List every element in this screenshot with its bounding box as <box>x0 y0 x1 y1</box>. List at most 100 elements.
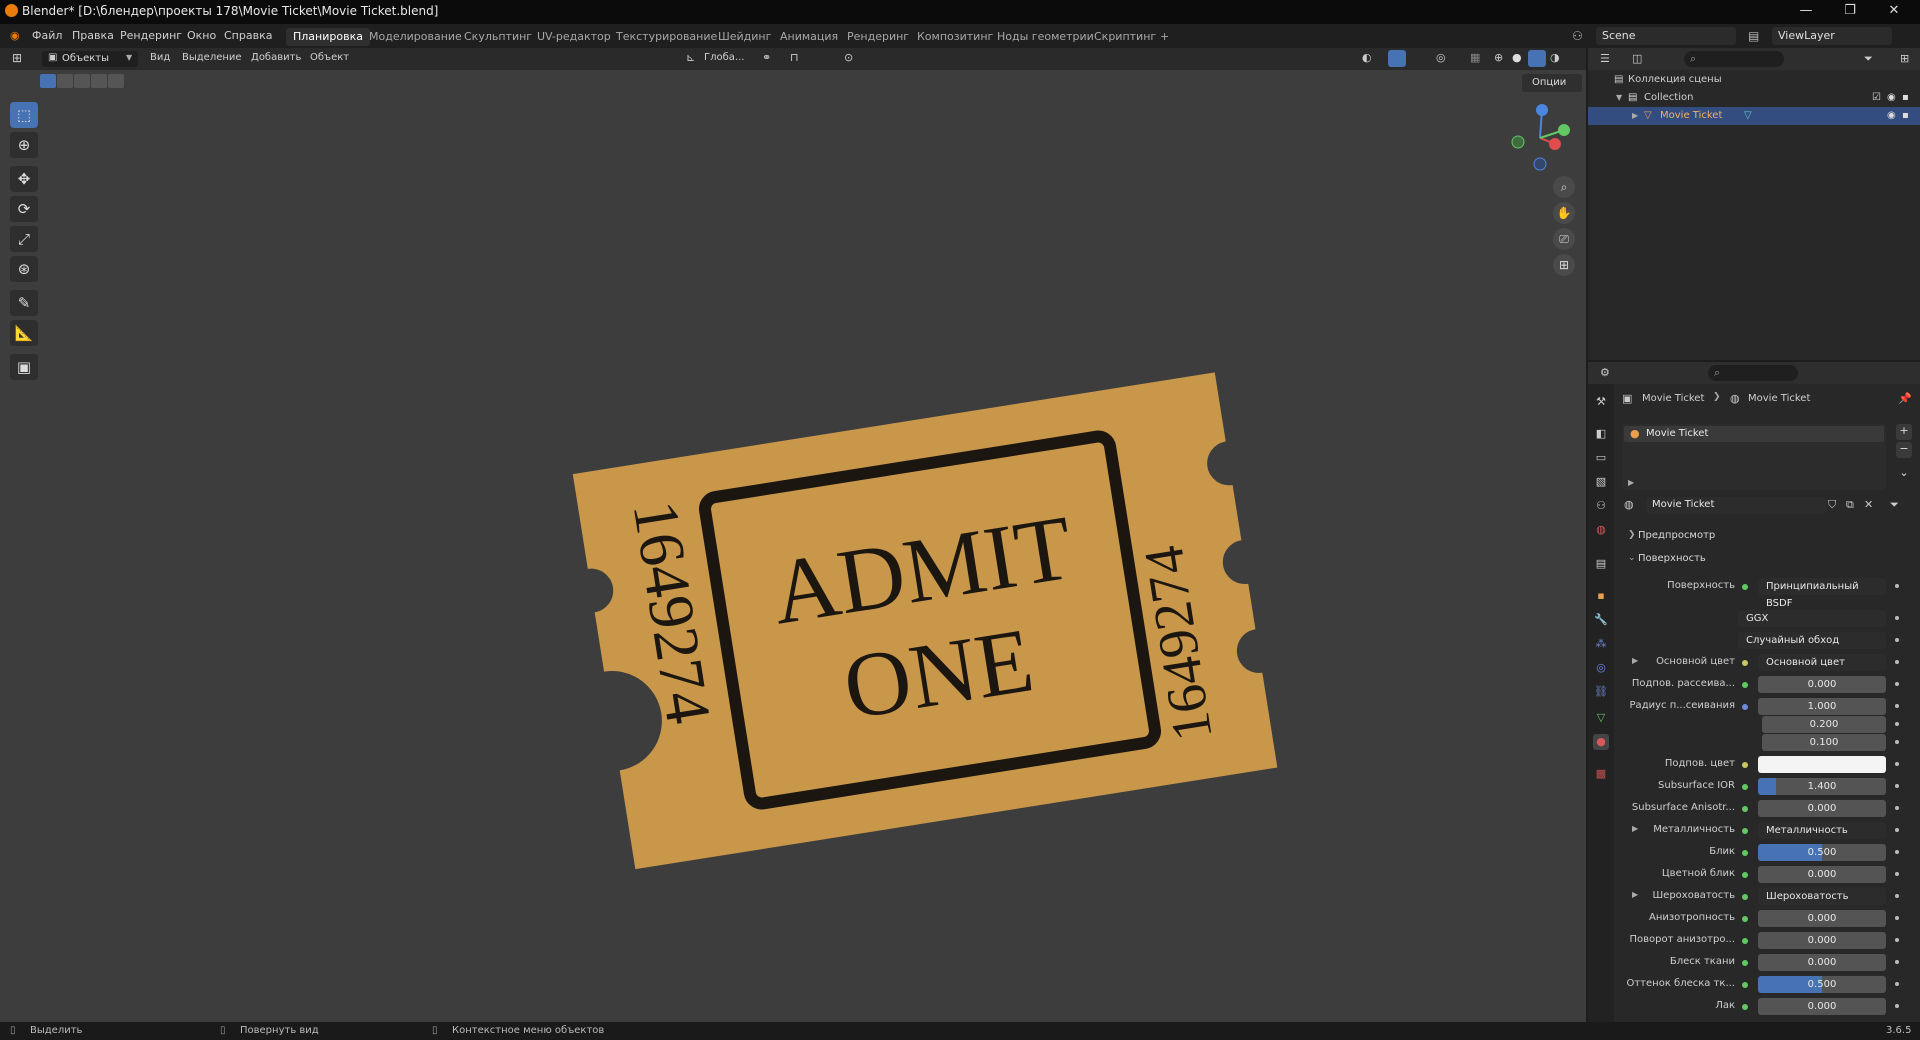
unlink-material-icon[interactable]: ✕ <box>1864 498 1873 511</box>
outliner-row-scene-collection[interactable]: ▤ Коллекция сцены <box>1588 71 1920 89</box>
tab-scripting[interactable]: Скриптинг <box>1087 28 1163 46</box>
expand-arrow-icon[interactable]: ▶ <box>1632 107 1638 125</box>
remove-slot-button[interactable]: − <box>1896 442 1912 458</box>
tab-rendering[interactable]: Рендеринг <box>840 28 916 46</box>
rotate-tool[interactable]: ⟳ <box>10 196 38 222</box>
keyframe-dot-icon[interactable] <box>1895 704 1899 708</box>
menu-window[interactable]: Окно <box>187 29 216 42</box>
slot-specials-icon[interactable]: ⌄ <box>1896 466 1912 482</box>
xray-icon[interactable]: ▦ <box>1470 51 1480 64</box>
render-camera-icon[interactable]: ▪ <box>1902 107 1909 125</box>
filter-icon[interactable]: ⏷ <box>1864 52 1873 66</box>
pivot-icon[interactable]: ⚭ <box>762 51 771 64</box>
prop-value-field[interactable]: 0.200 <box>1762 716 1886 733</box>
y-axis-icon[interactable] <box>1558 124 1570 136</box>
zoom-icon[interactable]: ⌕ <box>1553 176 1575 198</box>
duplicate-material-icon[interactable]: ⧉ <box>1846 498 1854 512</box>
eye-icon[interactable]: ◉ <box>1887 107 1896 125</box>
keyframe-dot-icon[interactable] <box>1895 762 1899 766</box>
keyframe-dot-icon[interactable] <box>1895 616 1899 620</box>
preview-section-header[interactable]: Предпросмотр <box>1638 530 1715 541</box>
prop-dropdown[interactable]: Основной цвет <box>1758 654 1886 671</box>
view-layer-tab-icon[interactable]: ▧ <box>1593 474 1609 490</box>
checkbox-icon[interactable]: ☑ <box>1872 89 1881 107</box>
mode-selector[interactable]: ▣ Объекты ▼ <box>42 51 138 67</box>
prop-dropdown[interactable]: Случайный обход <box>1738 632 1886 649</box>
orientation-label[interactable]: Глоба... <box>704 52 744 63</box>
transform-orientation-icon[interactable]: ⊾ <box>686 51 695 64</box>
prop-value-field[interactable]: 1.400 <box>1758 778 1886 795</box>
grid-view-icon[interactable]: ⊞ <box>1553 254 1575 276</box>
output-tab-icon[interactable]: ▭ <box>1593 450 1609 466</box>
socket-link-icon[interactable] <box>1742 960 1748 966</box>
keyframe-dot-icon[interactable] <box>1895 722 1899 726</box>
socket-link-icon[interactable] <box>1742 872 1748 878</box>
modifiers-tab-icon[interactable]: 🔧 <box>1593 612 1609 628</box>
menu-file[interactable]: Файл <box>32 29 62 42</box>
keyframe-dot-icon[interactable] <box>1895 660 1899 664</box>
keyframe-dot-icon[interactable] <box>1895 740 1899 744</box>
expand-arrow-icon[interactable]: ▶ <box>1628 478 1634 487</box>
select-invert-icon[interactable] <box>91 74 107 88</box>
neg-z-axis-icon[interactable] <box>1533 157 1547 171</box>
keyframe-dot-icon[interactable] <box>1895 828 1899 832</box>
tool-tab-icon[interactable]: ⚒ <box>1593 394 1609 410</box>
socket-link-icon[interactable] <box>1742 982 1748 988</box>
camera-icon[interactable]: ⎚ <box>1553 228 1575 250</box>
scale-tool[interactable]: ⤢ <box>10 226 38 252</box>
menu-edit[interactable]: Правка <box>72 29 114 42</box>
cursor-tool[interactable]: ⊕ <box>10 132 38 158</box>
render-camera-icon[interactable]: ▪ <box>1902 89 1909 107</box>
link-filter-icon[interactable]: ⏷ <box>1890 498 1899 512</box>
move-tool[interactable]: ✥ <box>10 166 38 192</box>
keyframe-dot-icon[interactable] <box>1895 682 1899 686</box>
socket-link-icon[interactable] <box>1742 784 1748 790</box>
render-tab-icon[interactable]: ◧ <box>1593 426 1609 442</box>
add-workspace-button[interactable]: + <box>1153 28 1176 46</box>
tab-animation[interactable]: Анимация <box>773 28 845 46</box>
socket-link-icon[interactable] <box>1742 1004 1748 1010</box>
socket-link-icon[interactable] <box>1742 762 1748 768</box>
options-dropdown[interactable]: Опции <box>1522 74 1582 92</box>
tab-texturing[interactable]: Текстурирование <box>609 28 724 46</box>
socket-link-icon[interactable] <box>1742 850 1748 856</box>
navigation-gizmo[interactable] <box>1500 98 1580 178</box>
outliner-search-input[interactable]: ⌕ <box>1684 51 1784 67</box>
properties-search-input[interactable]: ⌕ <box>1708 365 1798 381</box>
prop-value-field[interactable]: 0.000 <box>1758 800 1886 817</box>
material-slots-list[interactable]: ● Movie Ticket ▶ <box>1622 424 1886 490</box>
tab-compositing[interactable]: Композитинг <box>910 28 1000 46</box>
overlays-icon[interactable]: ◎ <box>1436 51 1446 64</box>
fake-user-shield-icon[interactable]: ⛉ <box>1828 498 1836 512</box>
tab-uv-editor[interactable]: UV-редактор <box>530 28 618 46</box>
restore-button[interactable]: ❐ <box>1830 0 1870 24</box>
material-slot-item[interactable]: ● Movie Ticket <box>1624 426 1884 442</box>
socket-link-icon[interactable] <box>1742 938 1748 944</box>
properties-editor-icon[interactable]: ⚙ <box>1600 366 1610 379</box>
minimize-button[interactable]: — <box>1786 0 1826 24</box>
viewport-menu-view[interactable]: Вид <box>150 52 170 63</box>
keyframe-dot-icon[interactable] <box>1895 894 1899 898</box>
add-slot-button[interactable]: + <box>1896 424 1912 440</box>
keyframe-dot-icon[interactable] <box>1895 1004 1899 1008</box>
prop-value-field[interactable]: 0.000 <box>1758 932 1886 949</box>
select-subtract-icon[interactable] <box>74 74 90 88</box>
new-collection-icon[interactable]: ⊞ <box>1900 52 1909 65</box>
material-tab-icon[interactable]: ● <box>1593 734 1609 750</box>
particles-tab-icon[interactable]: ⁂ <box>1593 636 1609 652</box>
socket-link-icon[interactable] <box>1742 682 1748 688</box>
prop-dropdown[interactable]: Принципиальный BSDF <box>1758 578 1886 609</box>
keyframe-dot-icon[interactable] <box>1895 584 1899 588</box>
viewport-menu-object[interactable]: Объект <box>310 52 349 63</box>
prop-value-field[interactable]: 0.000 <box>1758 954 1886 971</box>
select-mode-buttons[interactable] <box>40 74 124 90</box>
keyframe-dot-icon[interactable] <box>1895 784 1899 788</box>
prop-value-field[interactable]: 0.000 <box>1758 866 1886 883</box>
keyframe-dot-icon[interactable] <box>1895 938 1899 942</box>
blender-menu-icon[interactable]: ◉ <box>10 29 20 42</box>
tab-modeling[interactable]: Моделирование <box>362 28 469 46</box>
select-extend-icon[interactable] <box>57 74 73 88</box>
editor-type-icon[interactable]: ⊞ <box>12 51 22 65</box>
prop-value-field[interactable]: 0.500 <box>1758 976 1886 993</box>
keyframe-dot-icon[interactable] <box>1895 960 1899 964</box>
